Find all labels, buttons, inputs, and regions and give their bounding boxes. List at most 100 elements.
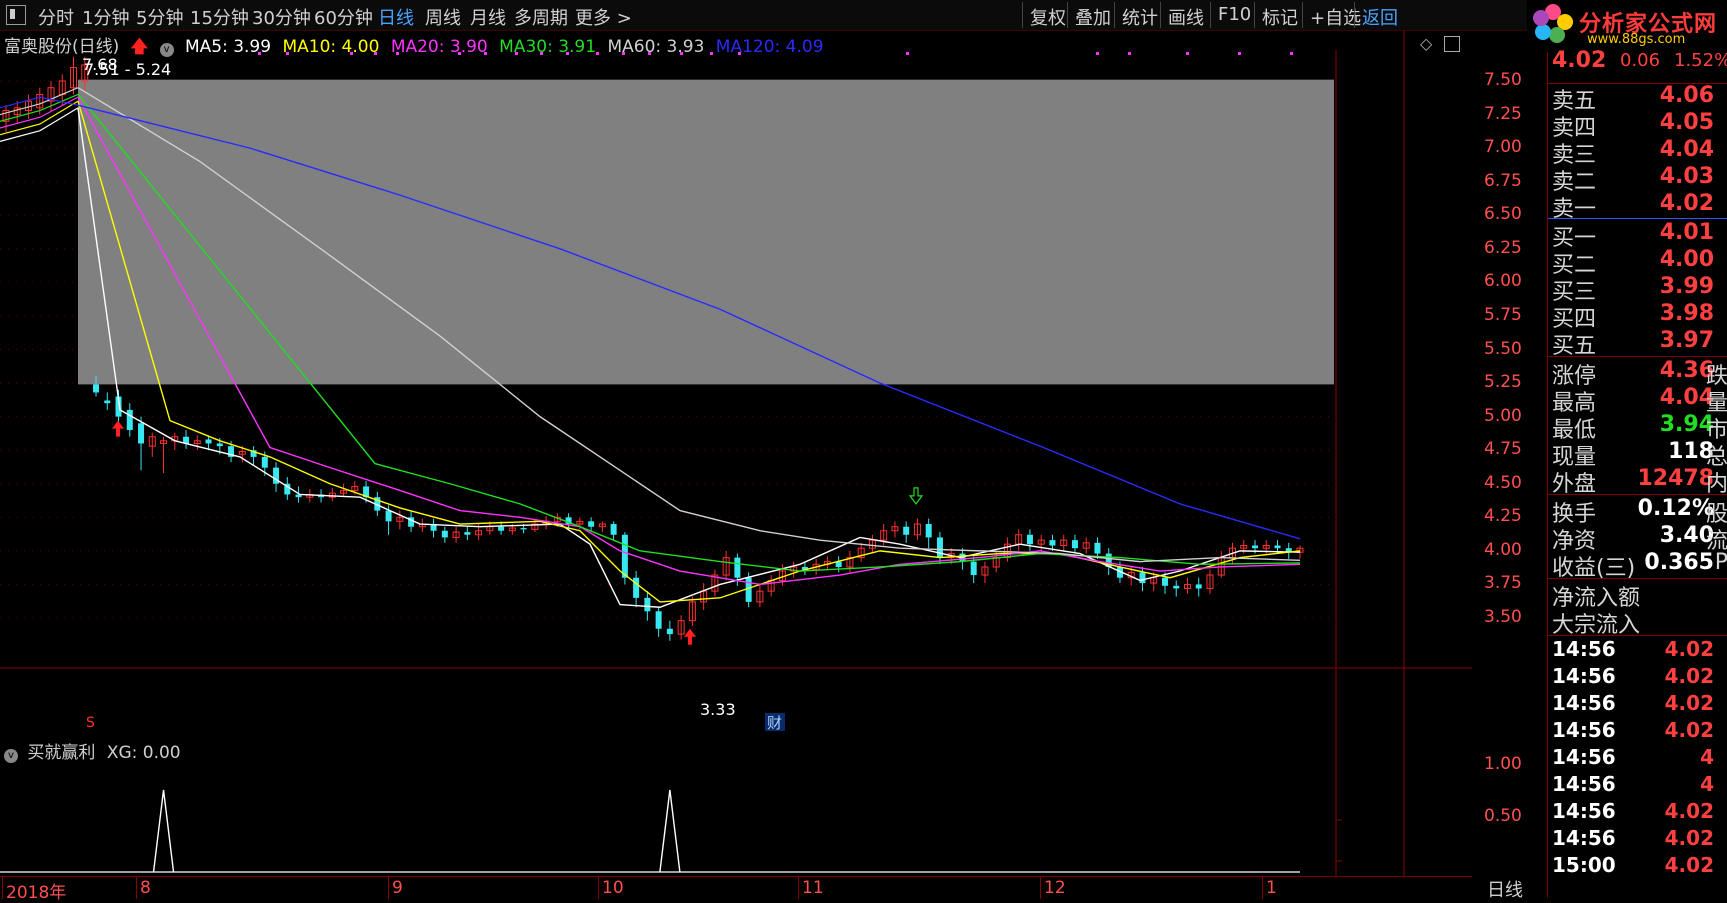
stat2-row[interactable]: 收益(三) 0.365 P — [1548, 550, 1727, 581]
price-tick-label: 6.75 — [1484, 170, 1522, 191]
tab-period-0[interactable]: 分时 — [38, 4, 74, 30]
toolbar-separator — [1254, 2, 1255, 28]
tab-period-1[interactable]: 1分钟 — [82, 4, 129, 30]
price-tick-label: 6.25 — [1484, 237, 1522, 258]
tab-period-7[interactable]: 周线 — [425, 4, 461, 30]
stock-name[interactable]: 富奥股份(日线) — [4, 37, 119, 57]
chart-area[interactable]: 7.68 7.51 - 5.24 3.33 S 财 — [0, 30, 1472, 898]
menu-icon[interactable] — [6, 5, 26, 25]
tick-time: 14:56 — [1552, 718, 1616, 742]
signal-dot — [1096, 52, 1099, 55]
up-arrow-icon: 🡅 — [130, 37, 149, 57]
logo-flower-icon — [1535, 24, 1551, 40]
tab-period-3[interactable]: 15分钟 — [190, 4, 249, 30]
toolbar-button-0[interactable]: 复权 — [1030, 4, 1066, 30]
tick-time: 14:56 — [1552, 691, 1616, 715]
stat-row[interactable]: 现量 118 总 — [1548, 439, 1727, 470]
toolbar-button-4[interactable]: F10 — [1218, 4, 1251, 25]
candle-body — [970, 561, 977, 576]
month-tick — [136, 877, 137, 899]
ask-row[interactable]: 卖二 4.03 — [1548, 164, 1727, 195]
diamond-icon[interactable]: ◇ — [1420, 34, 1432, 53]
logo-flower-icon — [1549, 27, 1565, 43]
stat2-row[interactable]: 净资 3.40 流 — [1548, 523, 1727, 554]
ask-row[interactable]: 卖一 4.02 — [1548, 191, 1727, 222]
ask-row[interactable]: 卖四 4.05 — [1548, 110, 1727, 141]
price-tick-label: 5.00 — [1484, 405, 1522, 426]
candle-body — [205, 439, 212, 444]
tab-period-6[interactable]: 日线 — [378, 4, 414, 30]
ma20-line-start — [0, 96, 79, 129]
tab-period-8[interactable]: 月线 — [470, 4, 506, 30]
toolbar-button-2[interactable]: 统计 — [1122, 4, 1158, 30]
price-tick-label: 5.75 — [1484, 304, 1522, 325]
ma120-line-start — [0, 96, 79, 109]
stat-row[interactable]: 最高 4.04 量 — [1548, 385, 1727, 416]
sub-indicator-value: XG: 0.00 — [106, 743, 181, 763]
candle-body — [610, 524, 617, 535]
ask-row-value: 4.02 — [1659, 191, 1714, 216]
ask-row[interactable]: 卖三 4.04 — [1548, 137, 1727, 168]
bid-row[interactable]: 买一 4.01 — [1548, 220, 1727, 251]
sub-tick-label: 0.50 — [1484, 806, 1522, 826]
signal-dot — [1128, 52, 1131, 55]
tab-period-9[interactable]: 多周期 — [514, 4, 568, 30]
toolbar-button-5[interactable]: 标记 — [1262, 4, 1298, 30]
price-range-box — [78, 79, 1334, 385]
chevron-down-icon[interactable]: v — [159, 43, 174, 57]
tick-time: 14:56 — [1552, 745, 1616, 769]
month-tick — [2, 877, 3, 899]
stat-row[interactable]: 涨停 4.36 跌 — [1548, 358, 1727, 389]
tab-period-10[interactable]: 更多 > — [575, 4, 632, 30]
xg-spike — [659, 789, 681, 873]
ma10-label: MA10: 4.00 — [282, 37, 380, 57]
toolbar-separator — [1114, 2, 1115, 28]
price-tick-label: 4.50 — [1484, 472, 1522, 493]
bid-row[interactable]: 买四 3.98 — [1548, 301, 1727, 332]
period-label[interactable]: 日线 — [1487, 876, 1523, 902]
flow-row: 净流入额 — [1548, 580, 1727, 611]
window-icon[interactable] — [1444, 36, 1460, 52]
toolbar-button-1[interactable]: 叠加 — [1075, 4, 1111, 30]
toolbar-button-3[interactable]: 画线 — [1168, 4, 1204, 30]
ma20-label: MA20: 3.90 — [390, 37, 488, 57]
tick-row: 14:56 4.02 — [1548, 664, 1727, 691]
stat-row[interactable]: 最低 3.94 市 — [1548, 412, 1727, 443]
range-label: 7.51 - 5.24 — [84, 60, 171, 79]
candle-body — [666, 628, 673, 635]
stat-row-value: 12478 — [1637, 466, 1714, 491]
stat2-row[interactable]: 换手 0.12% 股 — [1548, 496, 1727, 527]
stat-row[interactable]: 外盘 12478 内 — [1548, 466, 1727, 497]
month-label: 10 — [602, 878, 624, 898]
bid-row[interactable]: 买五 3.97 — [1548, 328, 1727, 359]
bid-row[interactable]: 买二 4.00 — [1548, 247, 1727, 278]
kline-chart[interactable]: 7.687.51 - 5.243.33S 财 — [0, 30, 1472, 898]
candle-body — [1274, 545, 1281, 549]
month-label: 12 — [1044, 878, 1066, 898]
signal-dot — [1290, 52, 1293, 55]
candle-body — [644, 597, 651, 612]
chevron-down-icon[interactable]: v — [4, 749, 18, 763]
price-change-pct: 1.52% — [1674, 50, 1727, 71]
bid-ask-divider — [1548, 218, 1727, 219]
sub-indicator-name[interactable]: 买就赢利 — [27, 743, 95, 763]
tab-period-2[interactable]: 5分钟 — [136, 4, 183, 30]
ask-row-value: 4.04 — [1659, 137, 1714, 162]
toolbar-button-7[interactable]: 返回 — [1362, 4, 1398, 30]
month-tick — [1262, 877, 1263, 899]
candle-body — [655, 611, 662, 629]
tab-period-5[interactable]: 60分钟 — [314, 4, 373, 30]
candle-body — [216, 443, 223, 447]
bid-row[interactable]: 买三 3.99 — [1548, 274, 1727, 305]
tick-price: 4.02 — [1664, 637, 1714, 661]
ma120-label: MA120: 4.09 — [715, 37, 824, 57]
bid-row-value: 3.98 — [1659, 301, 1714, 326]
bid-row-value: 3.97 — [1659, 328, 1714, 353]
ask-row[interactable]: 卖五 4.06 — [1548, 83, 1727, 114]
candle-body — [93, 384, 100, 393]
ask-row-value: 4.06 — [1659, 83, 1714, 108]
tick-price: 4.02 — [1664, 826, 1714, 850]
tick-time: 14:56 — [1552, 826, 1616, 850]
stat2-row-value: 0.365 — [1644, 550, 1714, 575]
tab-period-4[interactable]: 30分钟 — [252, 4, 311, 30]
